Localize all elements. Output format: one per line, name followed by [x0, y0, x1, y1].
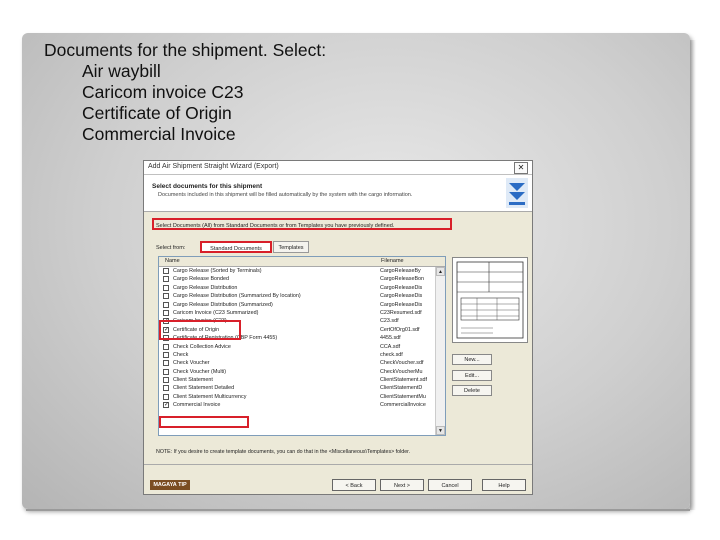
document-name: Check	[173, 351, 189, 358]
list-item[interactable]: Cargo Release Bonded CargoReleaseBon	[159, 275, 435, 283]
document-filename: ClientStatement.sdf	[380, 377, 428, 384]
highlight-caricom-certificate	[159, 320, 241, 340]
new-button[interactable]: New...	[452, 354, 492, 365]
slide-shadow	[690, 40, 696, 510]
document-filename: C23.sdf	[380, 318, 399, 325]
list-scrollbar[interactable]: ▲ ▼	[435, 267, 445, 435]
document-filename: CCA.sdf	[380, 343, 401, 350]
list-item[interactable]: Check Voucher (Multi) CheckVoucherMu	[159, 368, 435, 376]
document-name: Check Collection Advice	[173, 343, 231, 350]
close-icon[interactable]: ✕	[514, 162, 528, 174]
document-filename: check.sdf	[380, 351, 403, 358]
bullet-caricom-invoice: Caricom invoice C23	[82, 82, 244, 102]
delete-button[interactable]: Delete	[452, 385, 492, 396]
back-button[interactable]: < Back	[332, 479, 376, 491]
checkbox[interactable]	[163, 309, 169, 316]
list-item[interactable]: Check check.sdf	[159, 351, 435, 359]
magaya-tip-logo[interactable]: MAGAYA TIP	[150, 480, 190, 490]
scroll-down-icon[interactable]: ▼	[436, 426, 445, 435]
slide-bottom-line	[26, 509, 690, 511]
document-name: Cargo Release Distribution (Summarized B…	[173, 293, 301, 300]
checkbox[interactable]	[163, 351, 169, 358]
list-item[interactable]: Client Statement Multicurrency ClientStat…	[159, 393, 435, 401]
checkbox[interactable]	[163, 368, 169, 375]
checkbox[interactable]	[163, 385, 169, 392]
tab-templates[interactable]: Templates	[273, 241, 309, 253]
list-item[interactable]: Client Statement Detailed ClientStatement…	[159, 384, 435, 392]
document-filename: CertOfOrg01.sdf	[380, 326, 420, 333]
document-name: Commercial Invoice	[173, 402, 221, 409]
document-name: Check Voucher	[173, 360, 210, 367]
document-filename: ClientStatementD	[380, 385, 423, 392]
list-item[interactable]: Caricom Invoice (C23 Summarized) C23Resum…	[159, 309, 435, 317]
document-filename: CheckVoucher.sdf	[380, 360, 424, 367]
tab-standard-documents[interactable]: Standard Documents	[200, 241, 272, 253]
checkbox[interactable]	[163, 293, 169, 300]
document-name: Cargo Release Distribution	[173, 284, 238, 291]
list-item[interactable]: Client Statement ClientStatement.sdf	[159, 376, 435, 384]
document-filename: CargoReleaseBon	[380, 276, 425, 283]
footer-divider	[144, 464, 532, 465]
checkbox[interactable]	[163, 268, 169, 274]
checkbox[interactable]: ✓	[163, 402, 169, 409]
list-item[interactable]: Check Voucher CheckVoucher.sdf	[159, 359, 435, 367]
select-from-label: Select from:	[156, 245, 186, 251]
document-filename: C23Resumed.sdf	[380, 309, 422, 316]
document-name: Cargo Release Distribution (Summarized)	[173, 301, 273, 308]
document-filename: CargoReleaseDis	[380, 301, 423, 308]
checkbox[interactable]	[163, 393, 169, 400]
document-preview	[452, 257, 528, 343]
bullet-commercial-invoice: Commercial Invoice	[82, 124, 236, 144]
list-item[interactable]: Cargo Release Distribution CargoReleaseDi…	[159, 284, 435, 292]
document-filename: CommercialInvoice	[380, 402, 426, 409]
header-title: Select documents for this shipment	[152, 183, 263, 190]
column-filename[interactable]: Filename	[381, 258, 404, 264]
highlight-commercial-invoice	[159, 416, 249, 428]
checkbox[interactable]	[163, 377, 169, 384]
document-name: Check Voucher (Multi)	[173, 368, 227, 375]
document-name: Client Statement Detailed	[173, 385, 235, 392]
bullet-certificate-origin: Certificate of Origin	[82, 103, 232, 123]
templates-note: NOTE: If you desire to create template d…	[156, 449, 411, 455]
document-filename: CargoReleaseDis	[380, 284, 423, 291]
documents-list[interactable]: Name Filename Cargo Release (Sorted by T…	[158, 256, 446, 436]
document-filename: ClientStatementMu	[380, 393, 426, 400]
list-item[interactable]: Check Collection Advice CCA.sdf	[159, 343, 435, 351]
wizard-header: Select documents for this shipment Docum…	[144, 175, 532, 212]
checkbox[interactable]	[163, 301, 169, 308]
dialog-titlebar: Add Air Shipment Straight Wizard (Export…	[144, 161, 532, 175]
slide-heading: Documents for the shipment. Select:	[44, 40, 327, 60]
next-button[interactable]: Next >	[380, 479, 424, 491]
checkbox[interactable]	[163, 343, 169, 350]
edit-button[interactable]: Edit...	[452, 370, 492, 381]
list-item[interactable]: Cargo Release (Sorted by Terminals) Cargo…	[159, 267, 435, 275]
help-button[interactable]: Help	[482, 479, 526, 491]
list-header: Name Filename	[159, 257, 445, 267]
document-filename: CargoReleaseBy	[380, 268, 421, 274]
scroll-up-icon[interactable]: ▲	[436, 267, 445, 276]
checkbox[interactable]	[163, 276, 169, 283]
document-filename: CheckVoucherMu	[380, 368, 423, 375]
document-name: Caricom Invoice (C23 Summarized)	[173, 309, 259, 316]
header-subtitle: Documents included in this shipment will…	[158, 192, 413, 198]
checkbox[interactable]	[163, 360, 169, 367]
cancel-button[interactable]: Cancel	[428, 479, 472, 491]
document-filename: 4455.sdf	[380, 335, 401, 342]
document-name: Cargo Release Bonded	[173, 276, 230, 283]
checkbox[interactable]	[163, 284, 169, 291]
column-name[interactable]: Name	[165, 258, 180, 264]
document-filename: CargoReleaseDis	[380, 293, 423, 300]
slide-text: Documents for the shipment. Select: Air …	[44, 40, 326, 145]
list-item[interactable]: Cargo Release Distribution (Summarized B…	[159, 292, 435, 300]
document-name: Client Statement Multicurrency	[173, 393, 247, 400]
dialog-title: Add Air Shipment Straight Wizard (Export…	[148, 163, 279, 170]
wizard-arrows-icon	[506, 178, 528, 208]
document-name: Client Statement	[173, 377, 213, 384]
bullet-air-waybill: Air waybill	[82, 61, 161, 81]
document-name: Cargo Release (Sorted by Terminals)	[173, 268, 262, 274]
list-item[interactable]: Cargo Release Distribution (Summarized) C…	[159, 301, 435, 309]
instruction-text: Select Documents (All) from Standard Doc…	[152, 218, 452, 230]
list-item[interactable]: ✓ Commercial Invoice CommercialInvoice	[159, 401, 435, 409]
wizard-dialog: Add Air Shipment Straight Wizard (Export…	[143, 160, 533, 495]
